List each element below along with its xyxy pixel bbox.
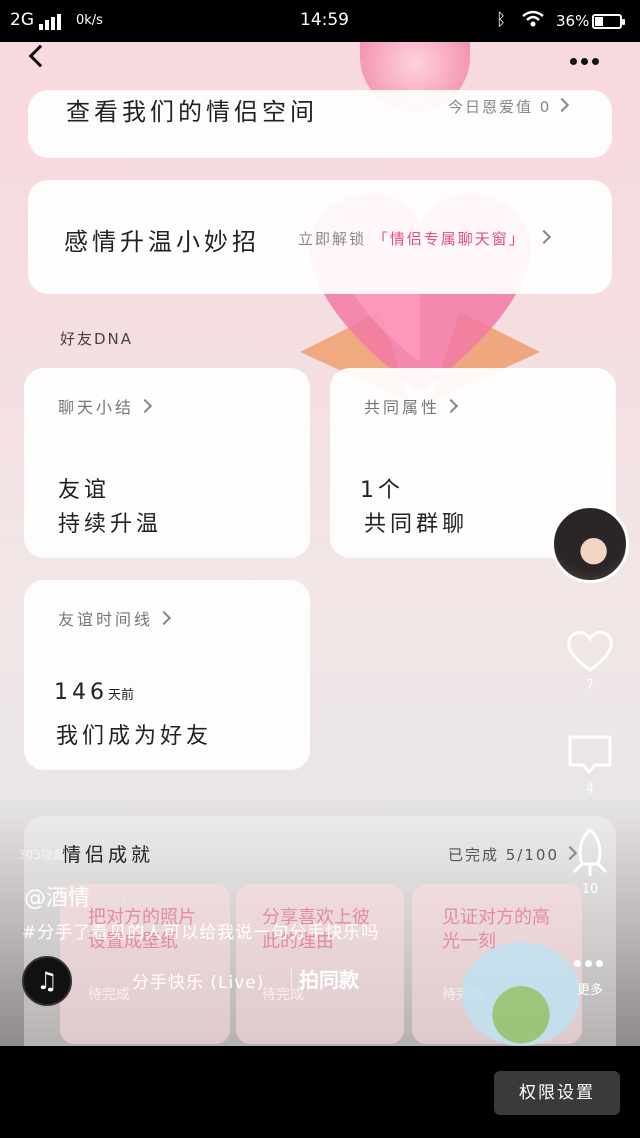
chat-summary-line2: 持续升温 bbox=[58, 512, 163, 537]
chat-summary-card[interactable]: 聊天小结 友谊 持续升温 bbox=[24, 368, 310, 558]
post-time: · 21小时前 bbox=[100, 891, 174, 909]
comment-button[interactable]: 4 bbox=[560, 732, 620, 797]
author-name[interactable]: @酒情 bbox=[24, 886, 90, 911]
more-label: 更多 bbox=[576, 983, 603, 998]
battery-icon bbox=[592, 14, 626, 29]
section-heading-dna: 好友DNA bbox=[60, 330, 134, 348]
chevron-right-icon bbox=[156, 610, 172, 626]
comment-count: 4 bbox=[585, 782, 595, 797]
music-title[interactable]: 分手快乐 (Live) bbox=[132, 968, 264, 993]
comment-icon bbox=[568, 735, 612, 774]
chevron-right-icon bbox=[555, 97, 570, 113]
couple-space-title: 查看我们的情侣空间 bbox=[66, 98, 318, 126]
chat-summary-line1: 友谊 bbox=[58, 478, 111, 503]
share-count: 10 bbox=[581, 882, 599, 897]
music-note-icon[interactable]: ♫ bbox=[22, 956, 72, 1006]
share-rocket-icon bbox=[572, 828, 608, 876]
tips-unlock: 立即解锁 「情侣专属聊天窗」 bbox=[298, 228, 551, 249]
love-value: 今日恩爱值 0 bbox=[448, 96, 570, 117]
more-dots-icon bbox=[560, 956, 620, 971]
share-button[interactable]: 10 bbox=[560, 826, 620, 897]
common-attribute-label: 共同属性 bbox=[364, 394, 459, 418]
timeline-line2: 我们成为好友 bbox=[56, 724, 213, 749]
chevron-right-icon bbox=[536, 229, 551, 245]
tips-title: 感情升温小妙招 bbox=[64, 228, 260, 256]
signal-icon bbox=[39, 10, 63, 30]
network-indicator: 2G bbox=[10, 10, 63, 30]
friendship-timeline-card[interactable]: 友谊时间线 146天前 我们成为好友 bbox=[24, 580, 310, 770]
achievements-progress: 已完成 5/100 bbox=[448, 844, 578, 865]
clock: 14:59 bbox=[300, 10, 349, 30]
watermark-text: 303隐藏 bbox=[18, 848, 65, 862]
permission-settings-button[interactable]: 权限设置 bbox=[494, 1071, 620, 1115]
author-avatar[interactable] bbox=[551, 505, 629, 583]
timeline-label: 友谊时间线 bbox=[58, 606, 172, 630]
status-bar: 2G 0k/s 14:59 ᛒ 36% bbox=[0, 0, 640, 42]
heart-icon bbox=[567, 631, 613, 672]
tips-card[interactable]: 感情升温小妙招 立即解锁 「情侣专属聊天窗」 bbox=[28, 180, 612, 294]
unlock-highlight: 「情侣专属聊天窗」 bbox=[372, 230, 526, 248]
achievement-item-status: 待完成 bbox=[88, 987, 130, 1003]
more-options-button[interactable] bbox=[570, 50, 603, 69]
chevron-right-icon bbox=[443, 398, 459, 414]
chat-summary-label: 聊天小结 bbox=[58, 394, 153, 418]
couple-space-card[interactable]: 查看我们的情侣空间 今日恩爱值 0 bbox=[28, 90, 612, 158]
music-divider bbox=[291, 968, 292, 990]
like-count: 7 bbox=[585, 678, 595, 693]
battery-indicator: 36% bbox=[556, 12, 626, 30]
bluetooth-icon: ᛒ bbox=[496, 10, 507, 30]
chevron-right-icon bbox=[137, 398, 153, 414]
use-same-sound-button[interactable]: 拍同款 bbox=[299, 964, 359, 993]
video-caption[interactable]: #分手了看见的人可以给我说一句分手快乐吗 bbox=[22, 918, 379, 943]
timeline-days: 146天前 bbox=[54, 680, 135, 705]
author-line: @酒情 · 21小时前 bbox=[24, 880, 174, 912]
network-speed: 0k/s bbox=[76, 13, 103, 28]
like-button[interactable]: 7 bbox=[560, 628, 620, 693]
achievements-title: 情侣成就 bbox=[62, 844, 155, 866]
wifi-icon bbox=[522, 10, 544, 33]
common-attribute-line2: 共同群聊 bbox=[364, 512, 469, 537]
common-attribute-line1: 1个 bbox=[360, 478, 404, 503]
achievement-item-status: 待完成 bbox=[262, 987, 304, 1003]
more-actions-button[interactable]: 更多 bbox=[560, 956, 620, 998]
